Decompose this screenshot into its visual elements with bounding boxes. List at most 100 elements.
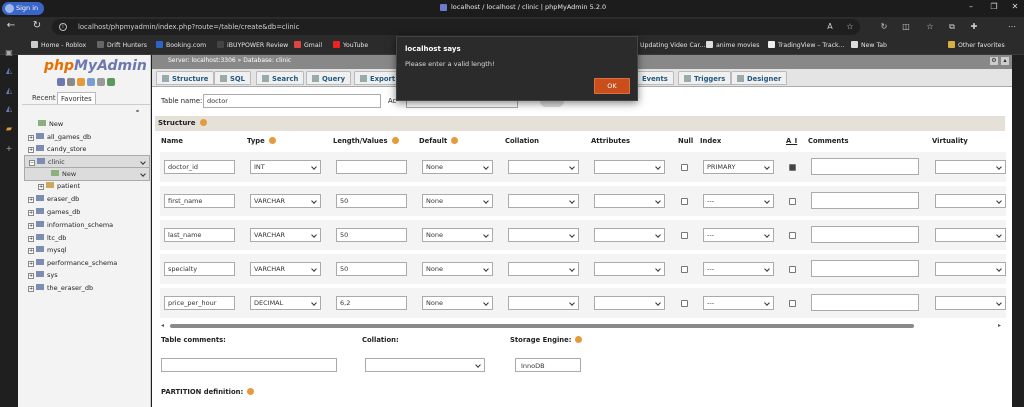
column-collation-select[interactable]: [508, 160, 579, 174]
expand-icon[interactable]: +: [28, 135, 34, 141]
bookmark-item[interactable]: TradingView – Track...: [768, 40, 845, 52]
column-name-input[interactable]: first_name: [164, 194, 235, 208]
column-collation-select[interactable]: [508, 262, 579, 276]
maximize-icon[interactable]: ❐: [987, 2, 1001, 14]
docs-icon[interactable]: [87, 78, 95, 86]
column-name-input[interactable]: specialty: [164, 262, 235, 276]
tab-triggers[interactable]: Triggers: [678, 71, 732, 85]
column-comments-textarea[interactable]: [811, 158, 919, 175]
tree-item-new[interactable]: New: [38, 118, 63, 130]
expand-icon[interactable]: +: [28, 210, 34, 216]
column-index-select[interactable]: ---: [703, 194, 774, 208]
column-ai-checkbox[interactable]: [789, 198, 796, 205]
scroll-right-icon[interactable]: ▸: [998, 322, 1001, 329]
expand-icon[interactable]: +: [28, 273, 34, 279]
favorite-star-icon[interactable]: ☆: [844, 21, 856, 33]
tree-item-new-table[interactable]: New: [24, 167, 150, 181]
tab-favorites[interactable]: Favorites: [57, 92, 96, 104]
expand-icon[interactable]: +: [28, 236, 34, 242]
tree-item-db[interactable]: + mysql: [28, 244, 67, 256]
column-length-input[interactable]: 50: [336, 262, 407, 276]
tab-pma-icon[interactable]: ◭: [4, 86, 14, 96]
tab-structure[interactable]: Structure: [156, 71, 215, 85]
column-null-checkbox[interactable]: [681, 266, 688, 273]
bookmark-item[interactable]: anime movies: [706, 40, 759, 52]
table-collation-select[interactable]: [365, 358, 485, 372]
column-virtuality-select[interactable]: [935, 296, 1006, 310]
expand-icon[interactable]: +: [28, 286, 34, 292]
column-comments-textarea[interactable]: [811, 192, 919, 209]
tree-item-db[interactable]: + ltc_db: [28, 232, 66, 244]
column-length-input[interactable]: 50: [336, 228, 407, 242]
tab-pma-icon[interactable]: ◭: [4, 104, 14, 114]
column-default-select[interactable]: None: [422, 194, 493, 208]
tab-pma-icon[interactable]: ◭: [4, 66, 14, 76]
close-window-icon[interactable]: ✕: [1008, 2, 1022, 14]
scroll-left-icon[interactable]: ◂: [161, 322, 164, 329]
minimize-icon[interactable]: –: [964, 2, 978, 14]
column-comments-textarea[interactable]: [811, 226, 919, 243]
column-attributes-select[interactable]: [594, 296, 665, 310]
reload-nav-icon[interactable]: [107, 78, 115, 86]
tab-events[interactable]: Events: [636, 71, 674, 85]
column-ai-checkbox[interactable]: [789, 266, 796, 273]
bookmark-item[interactable]: Updating Video Car...: [640, 40, 705, 52]
column-default-select[interactable]: None: [422, 228, 493, 242]
more-menu-icon[interactable]: ⋯: [1006, 21, 1018, 33]
scrollbar-thumb[interactable]: [170, 324, 914, 328]
settings-icon[interactable]: [97, 78, 105, 86]
split-screen-icon[interactable]: ◫: [900, 21, 912, 33]
expand-icon[interactable]: +: [28, 261, 34, 267]
tab-recent[interactable]: Recent: [29, 92, 59, 104]
collections-icon[interactable]: ⧉: [946, 21, 958, 33]
column-attributes-select[interactable]: [594, 194, 665, 208]
tree-item-db[interactable]: + games_db: [28, 206, 80, 218]
read-aloud-icon[interactable]: A: [824, 21, 836, 33]
site-info-icon[interactable]: i: [59, 23, 67, 31]
url-input[interactable]: i localhost/phpmyadmin/index.php?route=/t…: [52, 19, 860, 35]
column-ai-checkbox[interactable]: [789, 232, 796, 239]
column-virtuality-select[interactable]: [935, 262, 1006, 276]
logout-icon[interactable]: [67, 78, 75, 86]
column-null-checkbox[interactable]: [681, 300, 688, 307]
link-collapse-icon[interactable]: ⚭: [135, 108, 149, 115]
other-favorites[interactable]: Other favorites: [948, 40, 1005, 52]
extensions-icon[interactable]: ✚: [968, 21, 980, 33]
column-collation-select[interactable]: [508, 296, 579, 310]
column-type-select[interactable]: DECIMAL: [250, 296, 321, 310]
column-type-select[interactable]: VARCHAR: [250, 228, 321, 242]
column-length-input[interactable]: [336, 160, 407, 174]
tab-designer[interactable]: Designer: [731, 71, 788, 85]
help-icon[interactable]: [575, 336, 583, 343]
breadcrumb[interactable]: Server: localhost:3306 » Database: clini…: [168, 57, 291, 64]
column-virtuality-select[interactable]: [935, 228, 1006, 242]
tree-item-db[interactable]: + the_eraser_db: [28, 282, 93, 294]
column-type-select[interactable]: INT: [250, 160, 321, 174]
pma-logo[interactable]: phpMyAdmin: [44, 58, 147, 74]
column-type-select[interactable]: VARCHAR: [250, 194, 321, 208]
tree-item-db[interactable]: + candy_store: [28, 143, 86, 155]
tree-item-db[interactable]: + information_schema: [28, 219, 113, 231]
expand-icon[interactable]: +: [28, 223, 34, 229]
tree-item-db[interactable]: + all_games_db: [28, 131, 91, 143]
bookmark-item[interactable]: iBUYPOWER Review: [217, 40, 288, 52]
favorites-icon[interactable]: ☆: [924, 21, 936, 33]
new-tab-plus-icon[interactable]: +: [4, 144, 14, 154]
tab-export[interactable]: Export: [354, 71, 402, 85]
help-icon[interactable]: [247, 388, 255, 395]
column-type-select[interactable]: VARCHAR: [250, 262, 321, 276]
column-default-select[interactable]: None: [422, 160, 493, 174]
tree-item-db[interactable]: + eraser_db: [28, 193, 79, 205]
expand-icon[interactable]: +: [28, 197, 34, 203]
home-icon[interactable]: [57, 78, 65, 86]
column-index-select[interactable]: ---: [703, 228, 774, 242]
column-comments-textarea[interactable]: [811, 294, 919, 311]
help-icon[interactable]: [391, 137, 399, 144]
column-index-select[interactable]: PRIMARY: [703, 160, 774, 174]
refresh-page-icon[interactable]: ↻: [878, 21, 890, 33]
column-ai-checkbox[interactable]: [789, 164, 796, 171]
expand-icon[interactable]: +: [28, 248, 34, 254]
bookmark-item[interactable]: Home - Roblox: [31, 40, 86, 52]
collapse-icon[interactable]: −: [29, 160, 35, 166]
column-null-checkbox[interactable]: [681, 232, 688, 239]
